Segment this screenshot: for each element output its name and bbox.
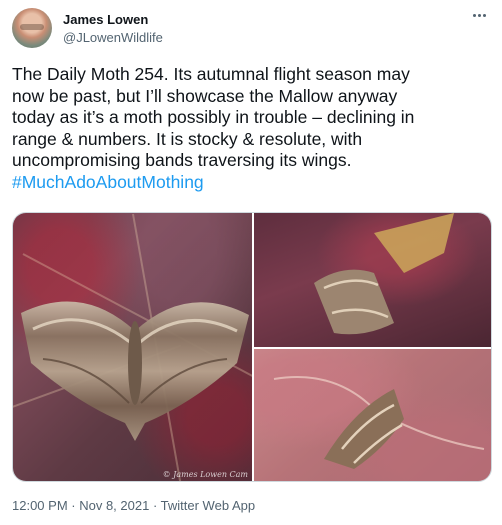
separator: · bbox=[149, 498, 161, 513]
tweet-line: now be past, but I’ll showcase the Mallo… bbox=[12, 85, 398, 106]
more-options-icon[interactable] bbox=[468, 8, 490, 22]
author-display-name[interactable]: James Lowen bbox=[63, 12, 148, 27]
photo-moth-bottom-right[interactable] bbox=[254, 349, 491, 481]
moth-image bbox=[273, 376, 485, 469]
media-grid: © James Lowen Cam bbox=[12, 212, 492, 482]
tweet-date-link[interactable]: Nov 8, 2021 bbox=[79, 498, 149, 513]
separator: · bbox=[67, 498, 80, 513]
author-handle[interactable]: @JLowenWildlife bbox=[63, 30, 163, 45]
hashtag-link[interactable]: #MuchAdoAboutMothing bbox=[12, 172, 204, 192]
photo-moth-main[interactable]: © James Lowen Cam bbox=[13, 213, 252, 481]
photo-moth-top-right[interactable] bbox=[254, 213, 491, 347]
tweet-line: The Daily Moth 254. Its autumnal flight … bbox=[12, 64, 410, 84]
tweet-line: uncompromising bands traversing its wing… bbox=[12, 150, 352, 171]
tweet-timestamp: 12:00 PM · Nov 8, 2021 · Twitter Web App bbox=[12, 498, 255, 513]
tweet-source-link[interactable]: Twitter Web App bbox=[161, 498, 255, 513]
tweet-time-link[interactable]: 12:00 PM bbox=[12, 498, 68, 513]
tweet-text: The Daily Moth 254. Its autumnal flight … bbox=[12, 64, 494, 194]
moth-image bbox=[314, 213, 454, 335]
tweet-line: today as it’s a moth possibly in trouble… bbox=[12, 107, 415, 128]
photo-watermark: © James Lowen Cam bbox=[162, 470, 248, 479]
tweet-line: range & numbers. It is stocky & resolute… bbox=[12, 128, 363, 149]
avatar[interactable] bbox=[12, 8, 52, 48]
moth-image bbox=[21, 301, 249, 441]
